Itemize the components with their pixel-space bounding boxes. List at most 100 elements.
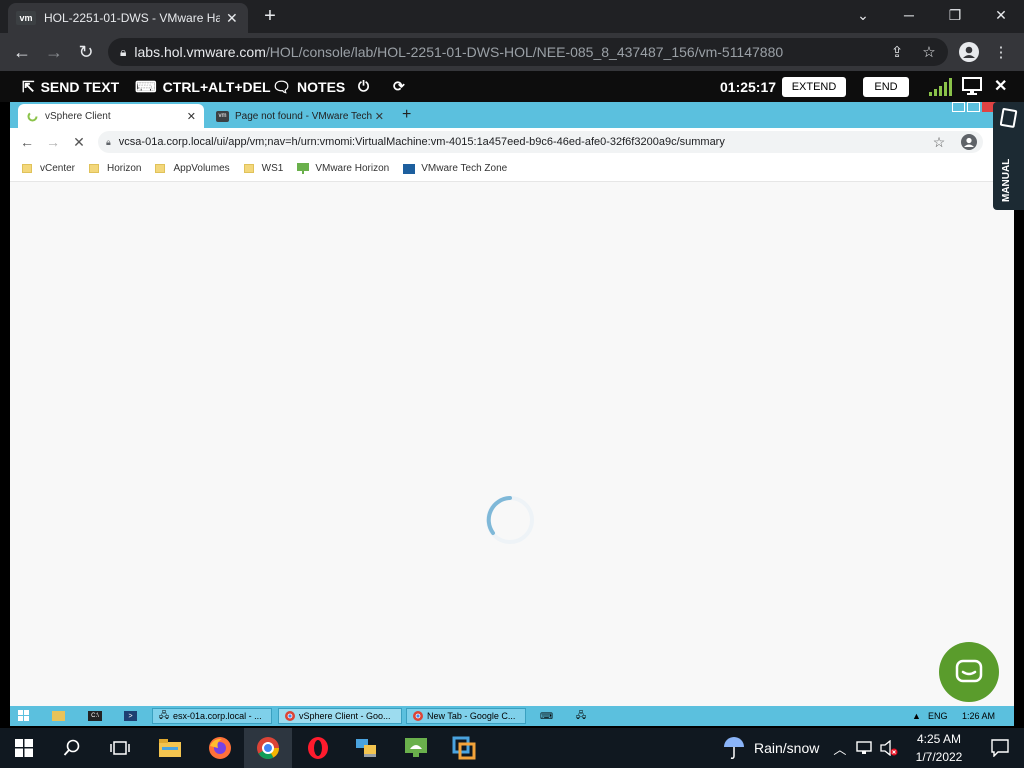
outer-address-bar[interactable]: 🔒︎ labs.hol.vmware.com/HOL/console/lab/H… bbox=[108, 38, 948, 66]
vm-network-icon[interactable]: 🖧︎ bbox=[576, 708, 586, 724]
vm-address-bar[interactable]: 🔒︎ vcsa-01a.corp.local/ui/app/vm;nav=h/u… bbox=[98, 131, 983, 153]
bookmark-label: WS1 bbox=[261, 163, 284, 174]
close-window-button[interactable]: ✕ bbox=[978, 0, 1024, 30]
close-tab-icon[interactable]: ✕ bbox=[187, 110, 196, 123]
search-icon[interactable] bbox=[48, 728, 96, 768]
vm-back-arrow-icon[interactable]: ← bbox=[18, 133, 36, 151]
send-text-label: SEND TEXT bbox=[40, 78, 120, 95]
vmware-favicon-icon: vm bbox=[216, 110, 229, 122]
vm-restore-button[interactable] bbox=[967, 102, 980, 112]
weather-umbrella-icon[interactable] bbox=[722, 736, 746, 760]
back-arrow-icon[interactable]: ← bbox=[10, 40, 34, 64]
restore-button[interactable]: ❐ bbox=[932, 0, 978, 30]
firefox-icon[interactable] bbox=[196, 728, 244, 768]
vm-start-icon[interactable] bbox=[18, 708, 30, 724]
vm-cmd-icon[interactable]: C:\ bbox=[88, 708, 102, 724]
profile-avatar-icon[interactable] bbox=[958, 41, 980, 63]
new-tab-button[interactable]: + bbox=[258, 4, 282, 28]
manual-panel-tab[interactable]: MANUAL bbox=[993, 102, 1024, 210]
bookmark-star-icon[interactable]: ☆ bbox=[918, 41, 940, 63]
vm-forward-arrow-icon[interactable]: → bbox=[44, 133, 62, 151]
vm-bookmarks-bar: vCenter Horizon AppVolumes WS1 VMware Ho… bbox=[10, 156, 1014, 182]
bookmark-vmware-tech-zone[interactable]: VMware Tech Zone bbox=[403, 163, 507, 174]
vmware-horizon-icon[interactable] bbox=[392, 728, 440, 768]
send-text-icon: ⇱ bbox=[22, 78, 35, 96]
power-button[interactable]: ⏻ bbox=[358, 71, 369, 102]
opera-icon[interactable] bbox=[294, 728, 342, 768]
system-tray: Rain/snow ︿ bbox=[722, 728, 898, 768]
vm-powershell-icon[interactable]: > bbox=[124, 708, 137, 724]
vm-bookmark-star-icon[interactable]: ☆ bbox=[930, 133, 948, 151]
reload-icon[interactable]: ↻ bbox=[74, 40, 98, 64]
bookmark-vmware-horizon[interactable]: VMware Horizon bbox=[297, 163, 389, 174]
vm-taskbar-window-esx[interactable]: 🖧︎ esx-01a.corp.local - ... bbox=[152, 708, 272, 724]
vm-taskbar-window-new-tab[interactable]: New Tab - Google C... bbox=[406, 708, 526, 724]
vm-new-tab-button[interactable]: + bbox=[402, 106, 411, 124]
network-icon[interactable] bbox=[856, 741, 873, 755]
browser-menu-icon[interactable]: ⋮ bbox=[990, 41, 1012, 63]
vm-language-indicator[interactable]: ENG bbox=[928, 708, 948, 724]
minimize-button[interactable]: ─ bbox=[886, 0, 932, 30]
windows-start-icon[interactable] bbox=[0, 728, 48, 768]
share-icon[interactable]: ⇪ bbox=[886, 41, 908, 63]
vm-clock[interactable]: 1:26 AM bbox=[962, 708, 995, 724]
volume-muted-icon[interactable] bbox=[880, 740, 898, 756]
vm-windows-taskbar: C:\ > 🖧︎ esx-01a.corp.local - ... vSpher… bbox=[10, 706, 1014, 726]
task-view-icon[interactable] bbox=[96, 728, 144, 768]
close-tab-icon[interactable]: ✕ bbox=[226, 10, 238, 27]
chrome-icon bbox=[413, 711, 423, 721]
vm-keyboard-icon[interactable]: ⌨ bbox=[540, 708, 553, 724]
bookmark-vcenter[interactable]: vCenter bbox=[22, 163, 75, 174]
vsphere-loading-icon bbox=[26, 110, 39, 122]
vm-tray-chevron-icon[interactable]: ▲ bbox=[912, 708, 921, 724]
vm-browser-toolbar: ← → ✕ 🔒︎ vcsa-01a.corp.local/ui/app/vm;n… bbox=[10, 128, 1014, 156]
vm-right-border bbox=[1014, 210, 1024, 726]
vm-tab-title: Page not found - VMware Tech Zone bbox=[234, 110, 375, 122]
vm-minimize-button[interactable] bbox=[952, 102, 965, 112]
vm-taskbar-window-vsphere[interactable]: vSphere Client - Goo... bbox=[278, 708, 402, 724]
bookmark-horizon[interactable]: Horizon bbox=[89, 163, 141, 174]
outer-toolbar: ← → ↻ 🔒︎ labs.hol.vmware.com/HOL/console… bbox=[0, 33, 1024, 71]
vm-stop-loading-icon[interactable]: ✕ bbox=[70, 133, 88, 151]
close-console-icon[interactable]: ✕ bbox=[994, 76, 1007, 96]
taskbar-clock[interactable]: 4:25 AM 1/7/2022 bbox=[904, 730, 974, 766]
tab-search-chevron-icon[interactable]: ⌄ bbox=[840, 0, 886, 30]
hol-console-toolbar: ⇱ SEND TEXT ⌨ CTRL+ALT+DEL 🗨︎ NOTES ⏻ ⟳ … bbox=[0, 71, 1024, 102]
vm-tab-page-not-found[interactable]: vm Page not found - VMware Tech Zone ✕ bbox=[210, 104, 390, 128]
weather-label[interactable]: Rain/snow bbox=[754, 740, 819, 756]
vm-console-screen[interactable]: vSphere Client ✕ vm Page not found - VMw… bbox=[10, 102, 1014, 726]
bookmark-ws1[interactable]: WS1 bbox=[243, 163, 284, 174]
forward-arrow-icon[interactable]: → bbox=[42, 40, 66, 64]
folder-icon bbox=[22, 164, 32, 173]
chrome-taskbar-icon[interactable] bbox=[244, 728, 292, 768]
clock-date: 1/7/2022 bbox=[915, 750, 963, 764]
tray-chevron-icon[interactable]: ︿ bbox=[833, 739, 846, 758]
refresh-button[interactable]: ⟳ bbox=[393, 71, 405, 102]
vmware-favicon-icon: vm bbox=[16, 11, 36, 25]
chat-support-button[interactable] bbox=[939, 642, 999, 702]
end-button[interactable]: END bbox=[863, 77, 909, 97]
display-monitor-icon[interactable] bbox=[962, 77, 982, 95]
folder-icon bbox=[243, 164, 254, 173]
vm-tab-title: vSphere Client bbox=[45, 110, 111, 122]
folder-icon bbox=[89, 164, 100, 173]
bookmark-appvolumes[interactable]: AppVolumes bbox=[155, 163, 230, 174]
vm-taskbar-window-label: vSphere Client - Goo... bbox=[299, 711, 391, 721]
lock-icon: 🔒︎ bbox=[106, 136, 111, 147]
remote-desktop-icon[interactable] bbox=[342, 728, 390, 768]
send-text-button[interactable]: ⇱ SEND TEXT bbox=[22, 71, 119, 102]
vm-tab-vsphere-client[interactable]: vSphere Client ✕ bbox=[18, 104, 204, 128]
manual-label: MANUAL bbox=[1001, 158, 1012, 202]
notifications-icon[interactable] bbox=[976, 728, 1024, 768]
vm-profile-icon[interactable] bbox=[960, 133, 978, 151]
close-tab-icon[interactable]: ✕ bbox=[375, 110, 384, 123]
vmware-workstation-icon[interactable] bbox=[440, 728, 488, 768]
clock-time: 4:25 AM bbox=[916, 732, 962, 746]
vm-explorer-icon[interactable] bbox=[52, 708, 65, 724]
outer-browser-tab[interactable]: vm HOL-2251-01-DWS - VMware Hands-on Lab… bbox=[8, 3, 248, 33]
bookmark-label: VMware Horizon bbox=[315, 163, 390, 174]
file-explorer-icon[interactable] bbox=[146, 728, 194, 768]
ctrl-alt-del-button[interactable]: ⌨ CTRL+ALT+DEL bbox=[135, 71, 271, 102]
notes-button[interactable]: 🗨︎ NOTES bbox=[272, 71, 345, 102]
extend-button[interactable]: EXTEND bbox=[782, 77, 846, 97]
